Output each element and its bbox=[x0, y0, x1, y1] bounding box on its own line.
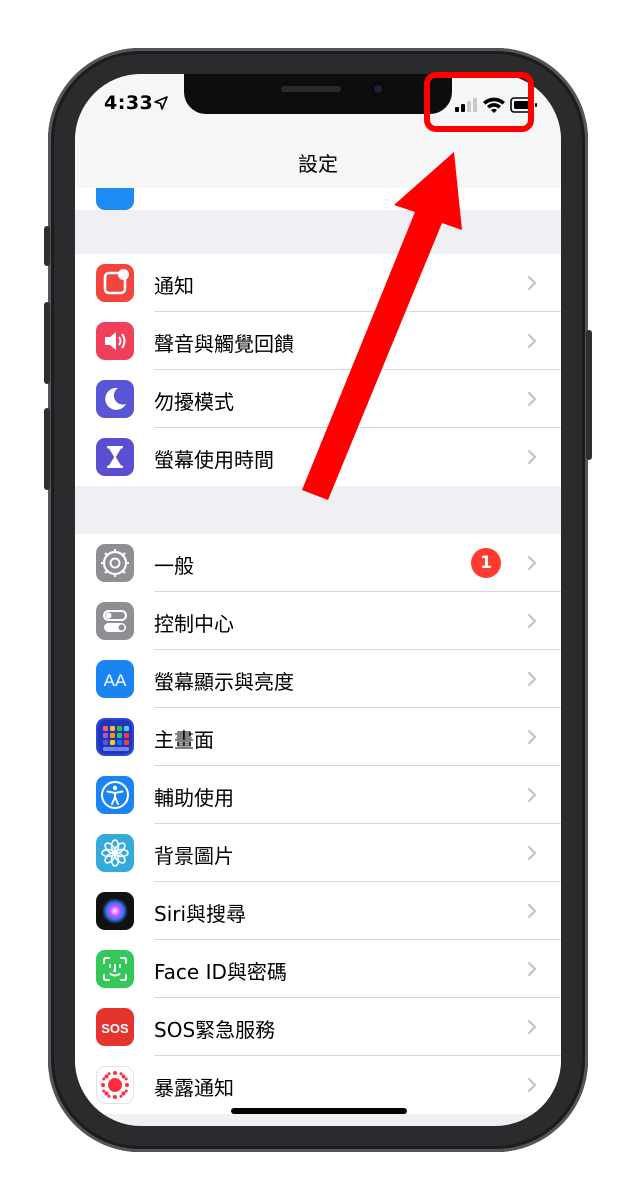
settings-row-label: 勿擾模式 bbox=[154, 390, 234, 414]
highlight-box bbox=[424, 72, 534, 132]
settings-row-do-not-disturb[interactable]: 勿擾模式 bbox=[75, 370, 561, 428]
page-title: 設定 bbox=[298, 152, 338, 176]
volume-up-button bbox=[44, 302, 50, 384]
accessibility-icon bbox=[96, 776, 134, 814]
settings-row-label: 背景圖片 bbox=[154, 844, 234, 868]
settings-row-home-screen[interactable]: 主畫面 bbox=[75, 708, 561, 766]
hourglass-icon bbox=[96, 438, 134, 476]
speaker-icon bbox=[96, 322, 134, 360]
settings-row-emergency-sos[interactable]: SOS SOS緊急服務 bbox=[75, 998, 561, 1056]
chevron-right-icon bbox=[527, 787, 537, 803]
settings-row-exposure-notifications[interactable]: 暴露通知 bbox=[75, 1056, 561, 1114]
settings-row-label: 螢幕使用時間 bbox=[154, 448, 274, 472]
settings-row-sounds-haptics[interactable]: 聲音與觸覺回饋 bbox=[75, 312, 561, 370]
side-button bbox=[586, 330, 592, 460]
navigation-bar: 設定 bbox=[75, 138, 561, 189]
settings-row-label: 暴露通知 bbox=[154, 1076, 234, 1100]
notifications-icon bbox=[96, 264, 134, 302]
settings-row-notifications[interactable]: 通知 bbox=[75, 254, 561, 312]
settings-row-label: 聲音與觸覺回饋 bbox=[154, 332, 294, 356]
chevron-right-icon bbox=[527, 449, 537, 465]
chevron-right-icon bbox=[527, 555, 537, 571]
front-camera bbox=[371, 82, 385, 96]
settings-row-label: 螢幕顯示與亮度 bbox=[154, 670, 294, 694]
settings-row-label: SOS緊急服務 bbox=[154, 1018, 276, 1042]
settings-row-wallpaper[interactable]: 背景圖片 bbox=[75, 824, 561, 882]
toggles-icon bbox=[96, 602, 134, 640]
svg-text:AA: AA bbox=[104, 671, 127, 690]
settings-row-label: 輔助使用 bbox=[154, 786, 234, 810]
face-id-icon bbox=[96, 950, 134, 988]
volume-down-button bbox=[44, 408, 50, 490]
svg-text:SOS: SOS bbox=[101, 1021, 129, 1036]
list-item-partial[interactable] bbox=[75, 188, 561, 210]
settings-row-face-id-passcode[interactable]: Face ID與密碼 bbox=[75, 940, 561, 998]
settings-row-siri-search[interactable]: Siri與搜尋 bbox=[75, 882, 561, 940]
settings-group-2: 一般 1 控制中心 AA 螢幕顯示與亮度 主畫面 輔助使用 背景圖片 Siri與… bbox=[75, 534, 561, 1114]
chevron-right-icon bbox=[527, 1019, 537, 1035]
moon-icon bbox=[96, 380, 134, 418]
exposure-notification-icon bbox=[96, 1066, 134, 1104]
gear-icon bbox=[96, 544, 134, 582]
settings-row-label: 一般 bbox=[154, 554, 194, 578]
text-size-icon: AA bbox=[96, 660, 134, 698]
settings-row-label: 主畫面 bbox=[154, 728, 214, 752]
notch bbox=[184, 74, 452, 114]
flower-icon bbox=[96, 834, 134, 872]
chevron-right-icon bbox=[527, 845, 537, 861]
chevron-right-icon bbox=[527, 391, 537, 407]
chevron-right-icon bbox=[527, 333, 537, 349]
notification-badge: 1 bbox=[471, 548, 501, 578]
chevron-right-icon bbox=[527, 275, 537, 291]
settings-row-label: Face ID與密碼 bbox=[154, 960, 287, 984]
partial-app-icon bbox=[96, 188, 134, 210]
settings-row-label: 控制中心 bbox=[154, 612, 234, 636]
chevron-right-icon bbox=[527, 903, 537, 919]
chevron-right-icon bbox=[527, 671, 537, 687]
earpiece-speaker bbox=[281, 86, 341, 92]
chevron-right-icon bbox=[527, 729, 537, 745]
chevron-right-icon bbox=[527, 613, 537, 629]
settings-row-display-brightness[interactable]: AA 螢幕顯示與亮度 bbox=[75, 650, 561, 708]
settings-row-label: 通知 bbox=[154, 274, 194, 298]
siri-icon bbox=[96, 892, 134, 930]
settings-group-1: 通知 聲音與觸覺回饋 勿擾模式 螢幕使用時間 bbox=[75, 254, 561, 486]
location-arrow-icon bbox=[154, 96, 168, 110]
settings-row-label: Siri與搜尋 bbox=[154, 902, 247, 926]
settings-row-accessibility[interactable]: 輔助使用 bbox=[75, 766, 561, 824]
chevron-right-icon bbox=[527, 961, 537, 977]
settings-row-screen-time[interactable]: 螢幕使用時間 bbox=[75, 428, 561, 486]
sos-icon: SOS bbox=[96, 1008, 134, 1046]
home-indicator[interactable] bbox=[231, 1108, 407, 1114]
settings-row-general[interactable]: 一般 1 bbox=[75, 534, 561, 592]
screen: 4:33 設定 通知 聲音與觸覺回饋 勿擾模式 螢幕使用時間 一般 1 控制中心… bbox=[75, 74, 561, 1126]
chevron-right-icon bbox=[527, 1077, 537, 1093]
silent-switch bbox=[44, 226, 50, 266]
status-time: 4:33 bbox=[104, 92, 154, 114]
settings-row-control-center[interactable]: 控制中心 bbox=[75, 592, 561, 650]
home-screen-grid-icon bbox=[96, 718, 134, 756]
